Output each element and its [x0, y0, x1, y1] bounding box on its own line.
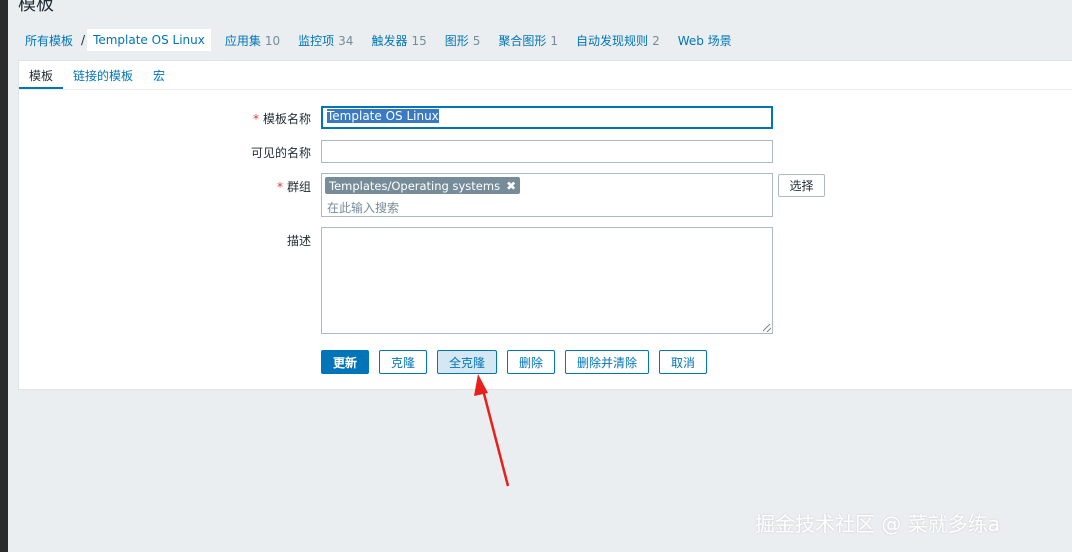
arrow-head: [474, 374, 488, 396]
arrow-shaft: [480, 385, 510, 487]
watermark: 掘金技术社区 @ 菜就多练a: [755, 512, 1000, 536]
annotation-arrow: [474, 374, 510, 487]
